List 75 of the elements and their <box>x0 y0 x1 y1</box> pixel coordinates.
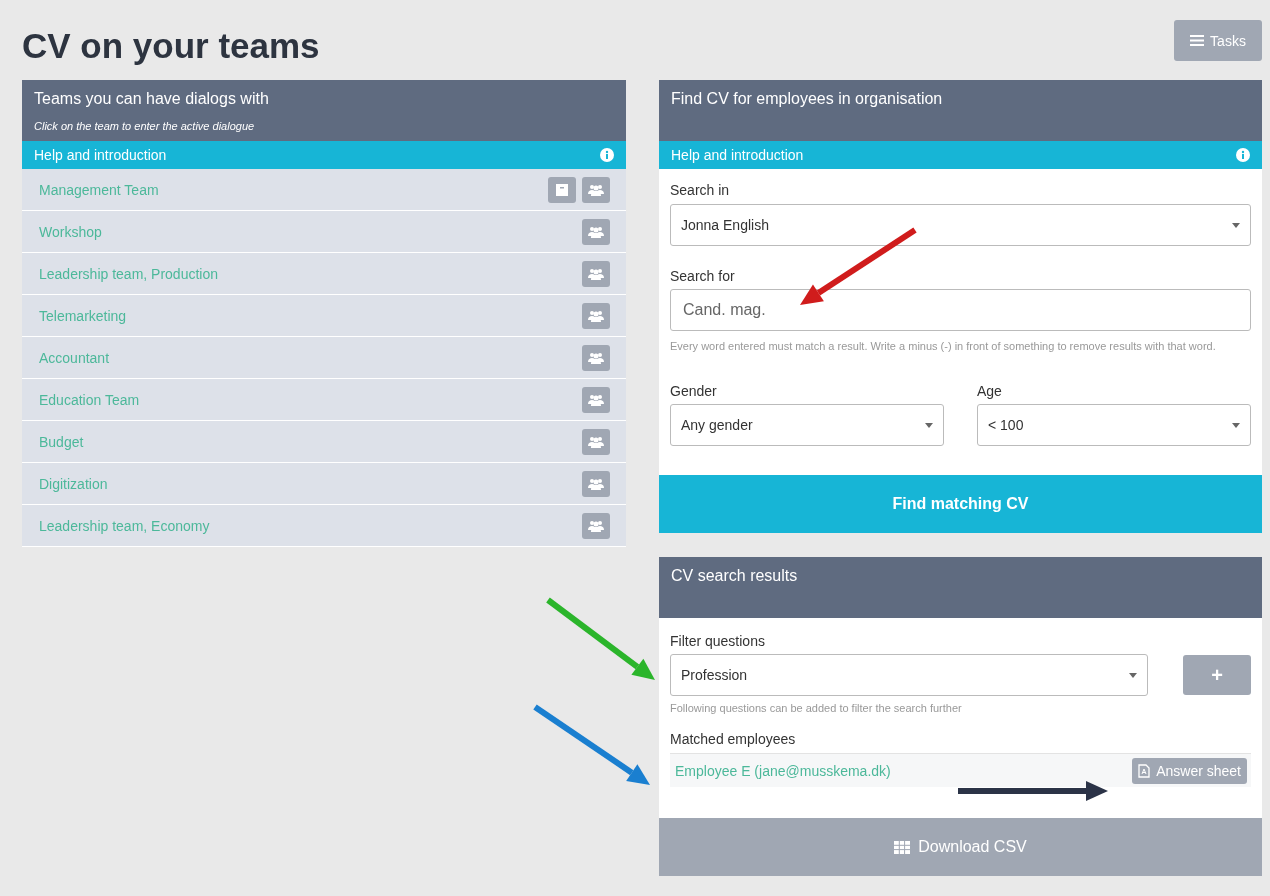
group-icon <box>588 183 604 196</box>
team-button[interactable] <box>582 218 610 245</box>
team-button[interactable] <box>582 302 610 329</box>
group-icon <box>588 519 604 532</box>
employee-link[interactable]: Employee E (jane@musskema.dk) <box>675 762 891 779</box>
panel-title: CV search results <box>671 567 799 585</box>
group-icon <box>588 435 604 448</box>
dropdown-caret-icon <box>1232 422 1240 428</box>
dropdown-caret-icon <box>925 422 933 428</box>
team-row[interactable]: Leadership team, Production <box>22 253 626 295</box>
gender-select[interactable]: Any gender <box>670 404 944 446</box>
team-button[interactable] <box>582 512 610 539</box>
team-button[interactable] <box>582 428 610 455</box>
panel-title: Teams you can have dialogs with <box>34 90 270 108</box>
page-title: CV on your teams <box>22 26 320 66</box>
info-icon[interactable] <box>1236 148 1250 162</box>
team-link[interactable]: Workshop <box>39 223 102 240</box>
info-icon[interactable] <box>600 148 614 162</box>
search-hint: Every word entered must match a result. Write a minus (-) in front of something to remove results with that word. <box>670 339 1217 354</box>
team-button[interactable] <box>582 260 610 287</box>
team-link[interactable]: Accountant <box>39 349 110 366</box>
group-icon <box>588 309 604 322</box>
help-bar[interactable]: Help and introduction <box>659 141 1262 169</box>
search-in-select[interactable]: Jonna English <box>670 204 1251 246</box>
field-label: Search for <box>670 268 736 284</box>
group-icon <box>588 393 604 406</box>
help-title: Help and introduction <box>34 147 167 163</box>
dropdown-caret-icon <box>1129 672 1137 678</box>
team-row[interactable]: Management Team <box>22 169 626 211</box>
group-icon <box>588 477 604 490</box>
team-button[interactable] <box>582 470 610 497</box>
pdf-file-icon <box>1138 763 1151 778</box>
answer-sheet-button[interactable]: Answer sheet <box>1132 757 1247 784</box>
field-label: Gender <box>670 383 718 399</box>
team-row[interactable]: Telemarketing <box>22 295 626 337</box>
team-row[interactable]: Accountant <box>22 337 626 379</box>
field-label: Matched employees <box>670 731 797 747</box>
panel-title: Find CV for employees in organisation <box>671 90 944 108</box>
panel-subtitle: Click on the team to enter the active dialogue <box>34 120 256 132</box>
team-button[interactable] <box>582 386 610 413</box>
team-link[interactable]: Digitization <box>39 475 108 492</box>
table-icon <box>894 840 911 854</box>
download-csv-button[interactable]: Download CSV <box>659 818 1262 876</box>
tasks-button[interactable]: Tasks <box>1174 20 1262 61</box>
list-icon <box>1190 35 1205 46</box>
find-button[interactable]: Find matching CV <box>659 475 1262 533</box>
filter-select[interactable]: Profession <box>670 654 1148 696</box>
team-link[interactable]: Leadership team, Production <box>39 265 218 282</box>
team-row[interactable]: Leadership team, Economy <box>22 505 626 547</box>
team-row[interactable]: Budget <box>22 421 626 463</box>
dropdown-caret-icon <box>1232 222 1240 228</box>
help-title: Help and introduction <box>671 147 804 163</box>
help-bar[interactable]: Help and introduction <box>22 141 626 169</box>
group-icon <box>588 267 604 280</box>
team-link[interactable]: Budget <box>39 433 84 450</box>
archive-icon <box>556 183 568 196</box>
field-label: Filter questions <box>670 633 766 649</box>
group-icon <box>588 225 604 238</box>
team-row[interactable]: Education Team <box>22 379 626 421</box>
add-filter-button[interactable]: + <box>1183 655 1251 695</box>
search-field[interactable]: Cand. mag. <box>670 289 1251 331</box>
age-select[interactable]: < 100 <box>977 404 1251 446</box>
filter-hint: Following questions can be added to filter the search further <box>670 701 963 716</box>
team-link[interactable]: Management Team <box>39 181 159 198</box>
field-label: Search in <box>670 182 731 198</box>
team-link[interactable]: Education Team <box>39 391 140 408</box>
team-link[interactable]: Leadership team, Economy <box>39 517 210 534</box>
team-button[interactable] <box>582 344 610 371</box>
team-row[interactable]: Workshop <box>22 211 626 253</box>
team-link[interactable]: Telemarketing <box>39 307 127 324</box>
team-button[interactable] <box>582 176 610 203</box>
field-label: Age <box>977 383 1003 399</box>
group-icon <box>588 351 604 364</box>
archive-button[interactable] <box>548 176 576 203</box>
team-row[interactable]: Digitization <box>22 463 626 505</box>
